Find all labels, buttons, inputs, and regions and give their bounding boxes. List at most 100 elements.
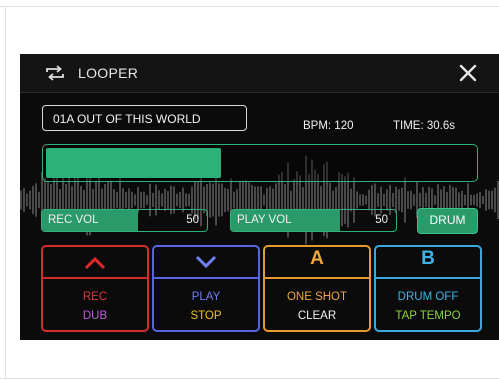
waveform-bar [488,190,490,210]
waveform-bar [461,190,463,210]
waveform-bar [377,193,379,207]
waveform-bar [185,193,187,207]
footswitch-a-letter: A [310,248,324,269]
waveform-bar [101,188,103,212]
close-icon[interactable] [457,62,479,84]
footswitch-drum-off-label: DRUM OFF [397,291,459,303]
footswitch-rec-label: REC [82,291,108,303]
waveform-bar [458,192,460,208]
frame-top-line [0,6,499,7]
waveform-bar [32,185,34,215]
waveform-bar [23,188,25,212]
waveform-bar [479,192,481,208]
waveform-bar [482,195,484,205]
waveform-bar [146,195,148,205]
footswitch-clear-label: CLEAR [297,310,337,322]
song-name-field[interactable]: 01A OUT OF THIS WORLD [42,105,247,131]
waveform-bar [365,195,367,205]
waveform-bar [218,183,220,217]
waveform-bar [398,189,400,211]
waveform-bar [350,188,352,212]
footswitch-one-shot-label: ONE SHOT [286,291,348,303]
waveform-bar [215,174,217,226]
waveform-bar [92,188,94,212]
waveform-bar [434,195,436,205]
footswitch-header: B [376,247,480,279]
waveform-bar [491,190,493,210]
waveform-bar [407,191,409,209]
waveform-bar [401,187,403,213]
waveform-bar [359,194,361,206]
waveform-bar [188,193,190,207]
footswitch-play-stop[interactable]: PLAY STOP [152,245,260,332]
rec-vol-label: REC VOL [48,214,99,226]
footswitch-dub-label: DUB [82,310,108,322]
waveform-bar [35,183,37,217]
waveform-bar [290,190,292,210]
waveform-bar [356,191,358,209]
waveform-bar [386,189,388,211]
waveform-bar [392,192,394,208]
waveform-bar [233,191,235,209]
loop-arrows-icon [46,65,64,81]
rec-vol-value: 50 [186,214,199,226]
rec-vol-slider[interactable]: REC VOL 50 [41,209,208,232]
waveform-bar [362,194,364,206]
footswitch-header: A [265,247,369,279]
waveform-bar [410,190,412,210]
footswitch-rec-dub[interactable]: REC DUB [41,245,149,332]
waveform-bar [116,191,118,209]
waveform-bar [29,190,31,210]
waveform-bar [485,189,487,211]
looper-screen: LOOPER 01A OUT OF THIS WORLD BPM: 120 TI… [20,54,499,340]
time-readout: TIME: 30.6s [393,120,455,132]
waveform-bar [113,189,115,211]
loop-progress-fill [46,148,221,178]
waveform-bar [263,194,265,206]
footswitch-b-letter: B [421,248,435,269]
title-bar: LOOPER [20,54,499,93]
footswitch-tap-tempo-label: TAP TEMPO [395,310,461,322]
waveform-bar [125,192,127,208]
waveform-bar [332,190,334,210]
waveform-bar [413,194,415,206]
footswitch-stop-label: STOP [190,310,222,322]
page-title: LOOPER [78,65,139,81]
footswitch-header [43,247,147,279]
waveform-bar [419,192,421,208]
footswitch-header [154,247,258,279]
waveform-bar [476,193,478,207]
frame-left-line [5,6,6,379]
waveform-bar [38,191,40,209]
footswitch-b[interactable]: B DRUM OFF TAP TEMPO [374,245,482,332]
waveform-bar [383,193,385,207]
waveform-bar [167,191,169,209]
drum-button[interactable]: DRUM [417,208,478,234]
waveform-bar [179,191,181,209]
waveform-bar [176,193,178,207]
footswitch-play-label: PLAY [191,291,221,303]
waveform-bar [425,192,427,208]
waveform-bar [368,189,370,211]
waveform-bar [227,188,229,212]
waveform-bar [164,188,166,212]
waveform-bar [158,190,160,210]
waveform-bar [494,187,496,213]
waveform-bar [152,192,154,208]
waveform-bar [446,191,448,209]
waveform-bar [224,187,226,213]
waveform-bar [131,191,133,209]
footswitch-a[interactable]: A ONE SHOT CLEAR [263,245,371,332]
waveform-bar [470,194,472,206]
waveform-bar [464,194,466,206]
chevron-up-icon [84,256,106,270]
waveform-bar [161,193,163,207]
waveform-bar [83,190,85,210]
play-vol-slider[interactable]: PLAY VOL 50 [230,209,397,232]
waveform-bar [212,183,214,217]
waveform-bar [134,194,136,206]
waveform-bar [20,190,22,210]
play-vol-label: PLAY VOL [237,214,292,226]
waveform-bar [140,191,142,209]
waveform-bar [26,193,28,207]
